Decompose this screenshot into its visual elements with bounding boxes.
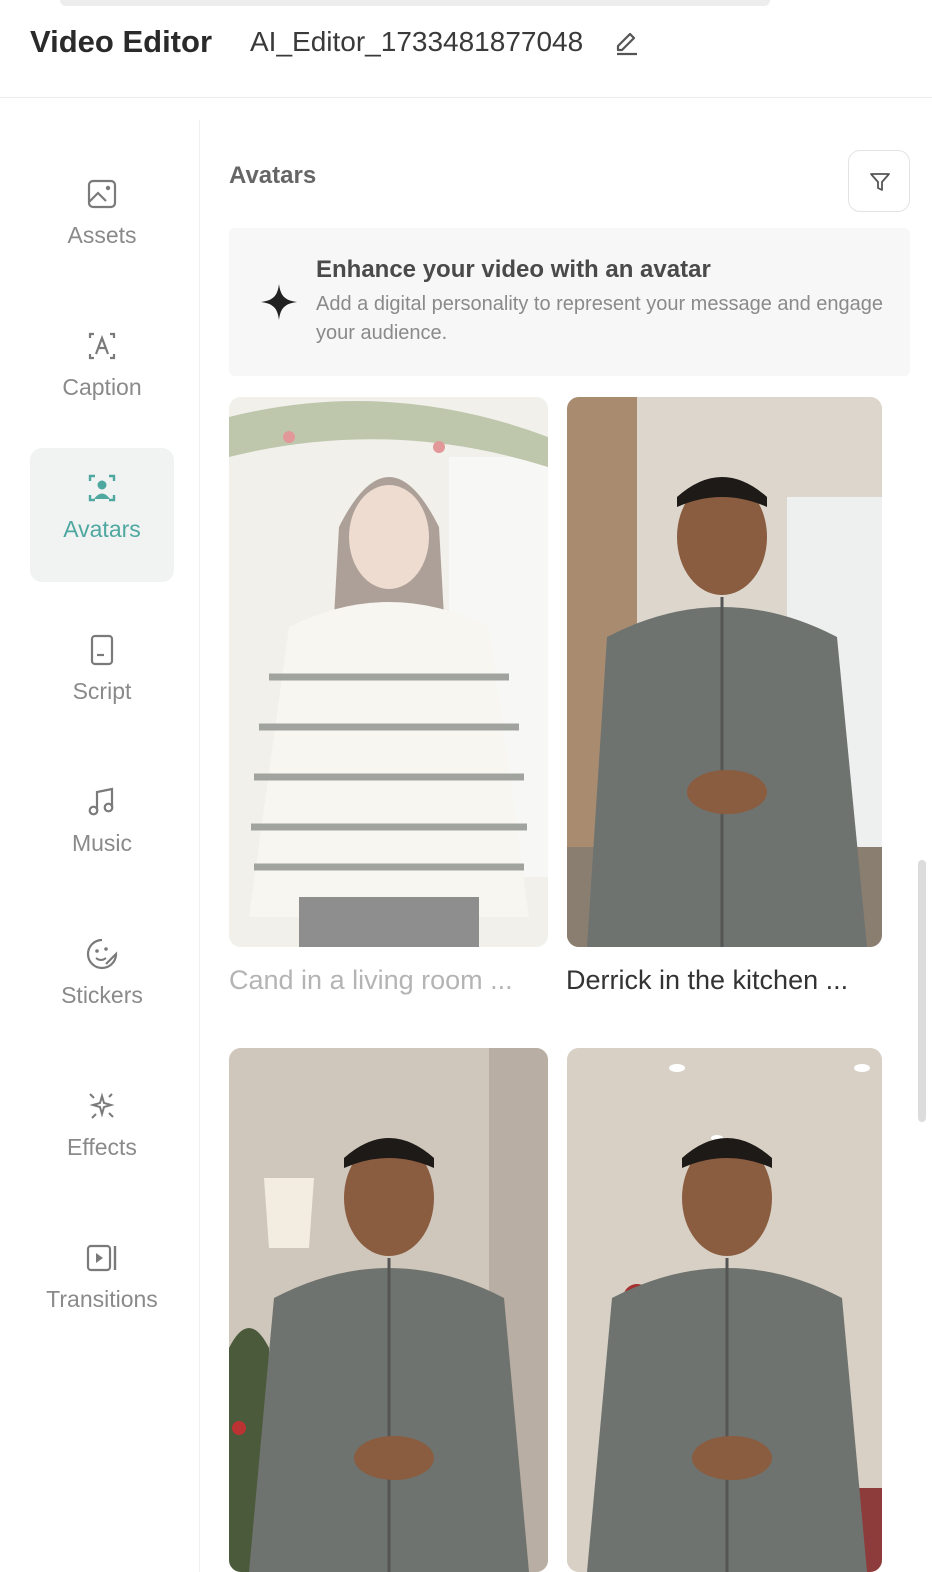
sidebar-item-label: Stickers [61, 982, 143, 1008]
filter-button[interactable] [848, 150, 910, 212]
project-name[interactable]: AI_Editor_1733481877048 [250, 26, 583, 58]
sidebar-item-label: Script [72, 678, 132, 704]
sparkle-icon [261, 284, 297, 320]
sidebar-item-label: Transitions [46, 1286, 158, 1312]
sidebar-item-label: Assets [67, 222, 137, 248]
sidebar-item-label: Caption [62, 374, 142, 400]
sidebar-item-avatars[interactable]: Avatars [30, 448, 174, 582]
sidebar-item-label: Avatars [63, 516, 141, 542]
sidebar-item-assets[interactable]: Assets [30, 154, 174, 288]
top-bar: Video Editor AI_Editor_1733481877048 [0, 0, 932, 98]
transition-icon [86, 1244, 117, 1272]
avatar-thumbnail [229, 397, 548, 947]
sidebar-item-script[interactable]: Script [30, 610, 174, 744]
avatar-card-label: Derrick in the kitchen ... [566, 965, 849, 995]
avatar-icon [88, 474, 116, 502]
avatar-card-4[interactable] [567, 1048, 882, 1572]
avatar-thumbnail [567, 1048, 882, 1572]
sidebar-item-transitions[interactable]: Transitions [30, 1218, 174, 1352]
sidebar: Assets Caption Avatars Script Music Stic… [0, 120, 200, 1572]
section-title: Avatars [229, 162, 317, 189]
sticker-icon [86, 938, 118, 970]
promo-title: Enhance your video with an avatar [316, 256, 711, 283]
sidebar-item-caption[interactable]: Caption [30, 306, 174, 440]
avatar-card-cand[interactable] [229, 397, 548, 947]
avatar-card-derrick[interactable] [567, 397, 882, 947]
sidebar-item-label: Effects [67, 1134, 137, 1160]
sparkle-effects-icon [89, 1092, 115, 1119]
pencil-edit-icon[interactable] [612, 28, 642, 58]
avatar-thumbnail [567, 397, 882, 947]
avatar-card-3[interactable] [229, 1048, 548, 1572]
app-title: Video Editor [30, 24, 213, 59]
image-icon [87, 179, 117, 209]
caption-icon [88, 332, 116, 360]
sidebar-item-label: Music [71, 830, 133, 856]
avatars-panel: Avatars Enhance your video with an avata… [200, 120, 932, 1572]
sidebar-item-stickers[interactable]: Stickers [30, 914, 174, 1048]
top-shadow-divider [60, 0, 770, 6]
script-icon [90, 634, 114, 666]
sidebar-item-music[interactable]: Music [30, 762, 174, 896]
avatar-thumbnail [229, 1048, 548, 1572]
avatar-card-label: Cand in a living room ... [229, 965, 513, 995]
avatar-promo-banner: Enhance your video with an avatar Add a … [229, 228, 910, 376]
sidebar-item-effects[interactable]: Effects [30, 1066, 174, 1200]
scrollbar-thumb[interactable] [918, 860, 926, 1122]
promo-description: Add a digital personality to represent y… [316, 293, 884, 344]
filter-icon [870, 173, 890, 191]
music-note-icon [88, 787, 114, 816]
